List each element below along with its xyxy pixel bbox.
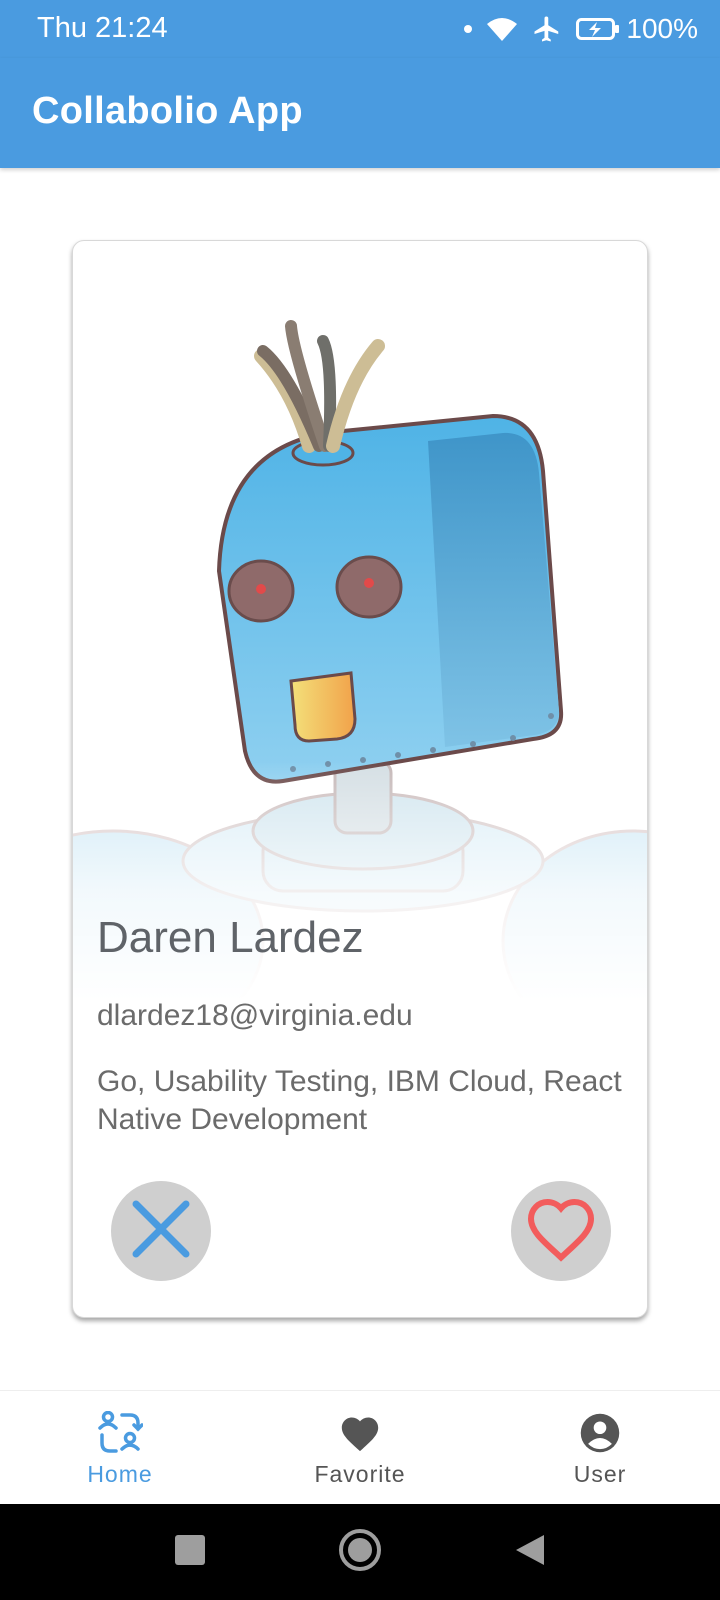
square-icon [174,1534,206,1571]
nav-label-favorite: Favorite [314,1461,406,1487]
profile-card[interactable]: Daren Lardez dlardez18@virginia.edu Go, … [72,240,648,1318]
app-bar: Collabolio App [0,58,720,168]
system-navigation-bar [0,1504,720,1600]
profile-name: Daren Lardez [97,913,364,962]
back-button[interactable] [482,1504,578,1600]
profile-skills: Go, Usability Testing, IBM Cloud, React … [97,1065,622,1136]
nav-item-favorite[interactable]: Favorite [240,1391,480,1505]
status-time: Thu 21:24 [37,12,168,44]
reject-button[interactable] [111,1181,211,1281]
bottom-navigation: Home Favorite User [0,1390,720,1504]
recents-button[interactable] [142,1504,238,1600]
status-bar: Thu 21:24 100% [0,0,720,58]
status-icons: 100% [450,12,698,46]
like-button[interactable] [511,1181,611,1281]
airplane-icon [532,14,562,44]
nav-item-user[interactable]: User [480,1391,720,1505]
profile-avatar-image [73,241,647,1001]
back-triangle-icon [514,1533,546,1572]
battery-charging-icon [576,17,620,41]
wifi-icon [486,16,518,42]
heart-outline-icon [524,1196,598,1267]
nav-label-home: Home [87,1461,153,1487]
battery-percent: 100% [626,13,698,44]
nav-item-home[interactable]: Home [0,1391,240,1505]
profile-email: dlardez18@virginia.edu [97,999,413,1032]
close-icon [130,1198,192,1265]
app-title: Collabolio App [32,90,303,132]
circle-icon [338,1528,382,1577]
heart-icon [338,1411,382,1455]
home-button[interactable] [312,1504,408,1600]
notification-dot-icon [464,25,473,33]
account-circle-icon [579,1411,621,1455]
people-swap-icon [97,1411,143,1455]
nav-label-user: User [573,1461,627,1487]
